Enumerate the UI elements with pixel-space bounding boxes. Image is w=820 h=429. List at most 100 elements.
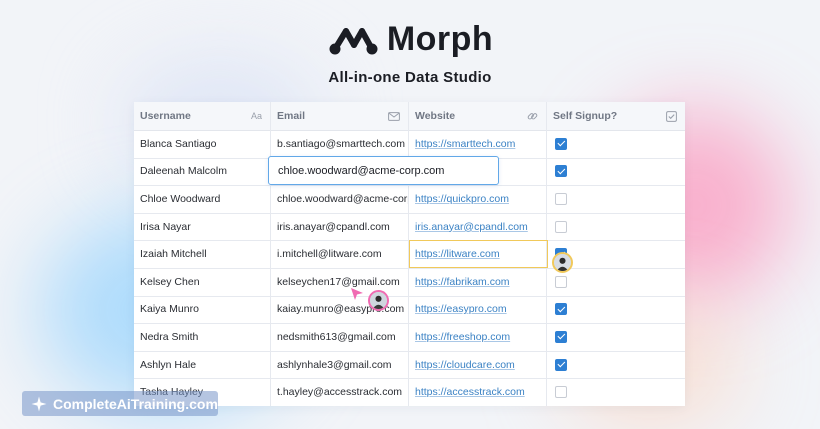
email-text: ashlynhale3@gmail.com [277, 358, 392, 371]
table-row: Ashlyn Hale ashlynhale3@gmail.com https://… [134, 350, 685, 380]
watermark-text: CompleteAiTraining.com [53, 395, 218, 412]
website-link[interactable]: https://accesstrack.com [415, 386, 525, 398]
email-cell[interactable]: b.santiago@smarttech.com [271, 130, 409, 158]
website-link[interactable]: https://smarttech.com [415, 138, 515, 150]
email-cell[interactable]: t.hayley@accesstrack.com [271, 378, 409, 406]
username-text: Chloe Woodward [140, 192, 221, 205]
website-link[interactable]: iris.anayar@cpandl.com [415, 221, 528, 233]
self-signup-checkbox[interactable] [555, 220, 567, 233]
table-row: Chloe Woodward chloe.woodward@acme-corp.c… [134, 185, 685, 214]
email-text: nedsmith613@gmail.com [277, 330, 396, 343]
username-cell[interactable]: Kaiya Munro [134, 295, 271, 324]
self-signup-checkbox[interactable] [555, 303, 567, 316]
self-signup-cell [547, 268, 685, 296]
email-cell[interactable]: ashlynhale3@gmail.com [271, 350, 409, 379]
column-label: Self Signup? [553, 110, 618, 122]
website-cell[interactable]: https://smarttech.com [409, 130, 547, 158]
email-text: chloe.woodward@acme-corp.com [277, 192, 408, 205]
text-type-icon: Aa [250, 111, 262, 121]
website-cell[interactable]: https://cloudcare.com [409, 350, 547, 379]
self-signup-cell [547, 185, 685, 213]
cell-editor-input[interactable]: chloe.woodward@acme-corp.com [268, 156, 499, 185]
self-signup-cell [547, 296, 685, 324]
username-text: Irisa Nayar [140, 220, 191, 233]
username-cell[interactable]: Ashlyn Hale [134, 350, 271, 379]
tagline: All-in-one Data Studio [328, 69, 492, 86]
column-label: Email [277, 110, 306, 122]
self-signup-cell [547, 323, 685, 351]
email-cell[interactable]: kelseychen17@gmail.com [271, 268, 409, 296]
username-text: Blanca Santiago [140, 137, 217, 150]
column-label: Username [140, 110, 191, 122]
table-row: Blanca Santiago b.santiago@smarttech.com h… [134, 130, 685, 159]
email-cell[interactable]: i.mitchell@litware.com [271, 240, 409, 268]
username-cell[interactable]: Chloe Woodward [134, 185, 271, 213]
self-signup-cell [547, 158, 685, 186]
envelope-icon [388, 111, 400, 121]
table-row: Kaiya Munro kaiay.munro@easypro.com https:… [134, 295, 685, 325]
username-text: Kaiya Munro [140, 303, 199, 316]
collaborator-avatar [552, 252, 573, 273]
collaborator-selection-highlight [409, 240, 548, 268]
website-cell[interactable]: https://easypro.com [409, 295, 547, 324]
self-signup-checkbox[interactable] [555, 330, 567, 343]
website-cell[interactable]: https://quickpro.com [409, 185, 547, 213]
email-text: b.santiago@smarttech.com [277, 137, 405, 150]
watermark: CompleteAiTraining.com [22, 391, 218, 416]
username-cell[interactable]: Izaiah Mitchell [134, 240, 271, 268]
logo: Morph [0, 20, 820, 59]
website-link[interactable]: https://freeshop.com [415, 331, 510, 343]
email-text: i.mitchell@litware.com [277, 248, 382, 261]
website-link[interactable]: https://quickpro.com [415, 193, 509, 205]
website-link[interactable]: https://easypro.com [415, 303, 507, 315]
email-cell[interactable]: chloe.woodward@acme-corp.com [271, 185, 409, 213]
column-header-website[interactable]: Website [409, 102, 547, 130]
collaborator-avatar [368, 290, 389, 311]
column-label: Website [415, 110, 456, 122]
username-text: Kelsey Chen [140, 275, 200, 288]
brand-header: Morph All-in-one Data Studio [0, 20, 820, 86]
link-icon [527, 111, 538, 122]
morph-logo-icon [329, 27, 378, 54]
username-text: Ashlyn Hale [140, 358, 197, 371]
website-cell[interactable]: https://fabrikam.com [409, 268, 547, 296]
brand-name: Morph [386, 20, 494, 58]
self-signup-cell [547, 378, 685, 406]
self-signup-cell [547, 130, 685, 158]
email-text: t.hayley@accesstrack.com [277, 386, 403, 399]
username-cell[interactable]: Irisa Nayar [134, 212, 271, 241]
column-header-username[interactable]: Username Aa [134, 102, 271, 130]
sparkle-icon [31, 396, 47, 411]
column-header-self-signup[interactable]: Self Signup? [547, 102, 685, 130]
self-signup-checkbox[interactable] [555, 137, 567, 150]
table-row: Irisa Nayar iris.anayar@cpandl.com iris.an… [134, 212, 685, 242]
self-signup-checkbox[interactable] [555, 275, 567, 288]
table-row: Kelsey Chen kelseychen17@gmail.com https:/… [134, 268, 685, 297]
self-signup-checkbox[interactable] [555, 358, 567, 371]
table-row: Nedra Smith nedsmith613@gmail.com https://… [134, 323, 685, 352]
self-signup-checkbox[interactable] [555, 386, 567, 399]
username-text: Daleenah Malcolm [140, 165, 227, 178]
website-cell[interactable]: iris.anayar@cpandl.com [409, 212, 547, 241]
checkbox-icon [666, 110, 677, 122]
username-cell[interactable]: Blanca Santiago [134, 130, 271, 158]
self-signup-cell [547, 213, 685, 241]
website-cell[interactable]: https://accesstrack.com [409, 378, 547, 406]
email-text: kelseychen17@gmail.com [277, 275, 400, 288]
email-cell[interactable]: nedsmith613@gmail.com [271, 323, 409, 351]
website-cell[interactable]: https://freeshop.com [409, 323, 547, 351]
table-header: Username Aa Email Website Self Signup? [134, 102, 685, 131]
column-header-email[interactable]: Email [271, 102, 409, 130]
website-link[interactable]: https://cloudcare.com [415, 359, 515, 371]
collaborator-cursor-icon [351, 288, 363, 300]
username-cell[interactable]: Daleenah Malcolm [134, 157, 271, 186]
username-text: Nedra Smith [140, 330, 199, 343]
email-cell[interactable]: iris.anayar@cpandl.com [271, 212, 409, 241]
username-cell[interactable]: Nedra Smith [134, 323, 271, 351]
website-link[interactable]: https://fabrikam.com [415, 276, 510, 288]
self-signup-checkbox[interactable] [555, 192, 567, 205]
email-text: iris.anayar@cpandl.com [277, 220, 390, 233]
username-cell[interactable]: Kelsey Chen [134, 268, 271, 296]
self-signup-checkbox[interactable] [555, 165, 567, 178]
username-text: Izaiah Mitchell [140, 248, 207, 261]
